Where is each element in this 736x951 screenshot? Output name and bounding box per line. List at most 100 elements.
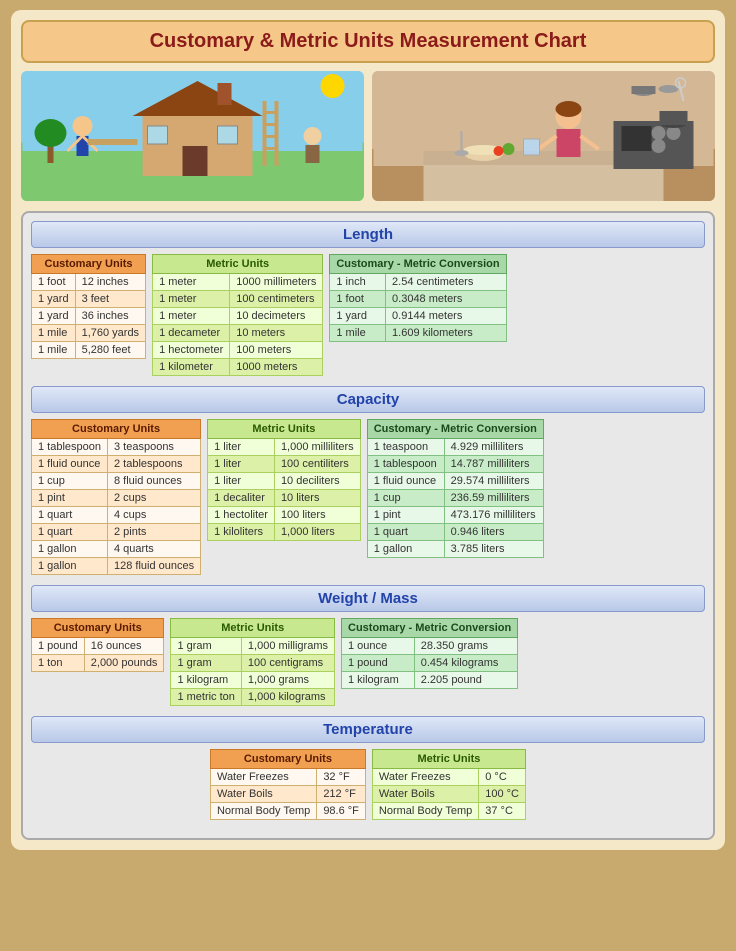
table-cell: 1 fluid ounce <box>367 473 444 490</box>
table-cell: 212 °F <box>317 786 366 803</box>
table-cell: 128 fluid ounces <box>108 558 201 575</box>
weight-metric-header: Metric Units <box>171 619 335 638</box>
table-cell: 1 hectometer <box>153 342 230 359</box>
table-cell: 12 inches <box>75 274 145 291</box>
table-cell: 1000 meters <box>230 359 323 376</box>
capacity-section: Capacity Customary Units 1 tablespoon3 t… <box>31 386 705 575</box>
table-cell: 4 quarts <box>108 541 201 558</box>
length-tables-row: Customary Units 1 foot12 inches1 yard3 f… <box>31 254 705 376</box>
capacity-customary-header: Customary Units <box>32 420 201 439</box>
table-cell: 0.3048 meters <box>386 291 507 308</box>
table-cell: 29.574 milliliters <box>444 473 543 490</box>
weight-tables-row: Customary Units 1 pound16 ounces1 ton2,0… <box>31 618 705 706</box>
table-cell: 10 deciliters <box>274 473 360 490</box>
table-row: 1 gallon128 fluid ounces <box>32 558 201 575</box>
table-cell: 36 inches <box>75 308 145 325</box>
temp-customary-header: Customary Units <box>210 750 365 769</box>
table-cell: 5,280 feet <box>75 342 145 359</box>
temperature-section: Temperature Customary Units Water Freeze… <box>31 716 705 820</box>
table-row: 1 pound0.454 kilograms <box>342 655 518 672</box>
table-cell: 1 liter <box>208 473 275 490</box>
table-cell: 1 ton <box>32 655 85 672</box>
kitchen-scene-image <box>372 71 715 201</box>
table-cell: 1 quart <box>32 524 108 541</box>
table-cell: 1 ounce <box>342 638 415 655</box>
table-cell: 0.946 liters <box>444 524 543 541</box>
table-cell: 1 kilometer <box>153 359 230 376</box>
weight-conversion-table: Customary - Metric Conversion 1 ounce28.… <box>341 618 518 689</box>
table-cell: 1 hectoliter <box>208 507 275 524</box>
capacity-conversion-table: Customary - Metric Conversion 1 teaspoon… <box>367 419 544 558</box>
length-conversion-table: Customary - Metric Conversion 1 inch2.54… <box>329 254 506 342</box>
table-row: 1 gram1,000 milligrams <box>171 638 335 655</box>
table-cell: 100 meters <box>230 342 323 359</box>
table-row: Normal Body Temp37 °C <box>372 803 525 820</box>
table-row: 1 hectoliter100 liters <box>208 507 361 524</box>
table-cell: 1 decameter <box>153 325 230 342</box>
table-row: 1 gallon3.785 liters <box>367 541 543 558</box>
table-cell: 8 fluid ounces <box>108 473 201 490</box>
length-section: Length Customary Units 1 foot12 inches1 … <box>31 221 705 376</box>
table-cell: 1 tablespoon <box>32 439 108 456</box>
table-row: 1 quart4 cups <box>32 507 201 524</box>
table-cell: 0 °C <box>479 769 526 786</box>
table-cell: 1000 millimeters <box>230 274 323 291</box>
table-row: 1 yard0.9144 meters <box>330 308 506 325</box>
table-cell: 16 ounces <box>84 638 164 655</box>
table-cell: 3.785 liters <box>444 541 543 558</box>
table-cell: 1 quart <box>32 507 108 524</box>
weight-customary-header: Customary Units <box>32 619 164 638</box>
table-cell: 3 feet <box>75 291 145 308</box>
table-cell: 1 fluid ounce <box>32 456 108 473</box>
table-cell: 1 yard <box>330 308 386 325</box>
table-cell: 98.6 °F <box>317 803 366 820</box>
table-row: 1 gram100 centigrams <box>171 655 335 672</box>
table-cell: 1 decaliter <box>208 490 275 507</box>
table-cell: 1 pound <box>342 655 415 672</box>
table-cell: 100 °C <box>479 786 526 803</box>
table-cell: 1 mile <box>330 325 386 342</box>
table-row: 1 tablespoon14.787 milliliters <box>367 456 543 473</box>
table-cell: 1 pint <box>32 490 108 507</box>
table-row: Water Freezes32 °F <box>210 769 365 786</box>
table-cell: 1 metric ton <box>171 689 241 706</box>
table-cell: 1,000 grams <box>241 672 334 689</box>
table-row: 1 teaspoon4.929 milliliters <box>367 439 543 456</box>
table-cell: 1 foot <box>330 291 386 308</box>
table-cell: 0.454 kilograms <box>414 655 517 672</box>
table-row: 1 yard36 inches <box>32 308 146 325</box>
table-cell: 2 cups <box>108 490 201 507</box>
table-cell: 4 cups <box>108 507 201 524</box>
table-cell: 2 pints <box>108 524 201 541</box>
table-cell: 1 inch <box>330 274 386 291</box>
table-cell: 10 decimeters <box>230 308 323 325</box>
table-row: 1 foot12 inches <box>32 274 146 291</box>
capacity-customary-table: Customary Units 1 tablespoon3 teaspoons1… <box>31 419 201 575</box>
table-cell: 10 liters <box>274 490 360 507</box>
house-scene-image <box>21 71 364 201</box>
table-cell: 1 foot <box>32 274 76 291</box>
table-row: 1 hectometer100 meters <box>153 342 323 359</box>
table-row: 1 pint473.176 milliliters <box>367 507 543 524</box>
table-row: 1 liter100 centiliters <box>208 456 361 473</box>
table-row: 1 gallon4 quarts <box>32 541 201 558</box>
table-row: 1 meter1000 millimeters <box>153 274 323 291</box>
table-cell: 1 kilogram <box>171 672 241 689</box>
table-cell: 100 centimeters <box>230 291 323 308</box>
table-cell: 1 gram <box>171 638 241 655</box>
capacity-metric-table: Metric Units 1 liter1,000 milliliters1 l… <box>207 419 361 541</box>
table-cell: 100 centiliters <box>274 456 360 473</box>
table-cell: 1 gram <box>171 655 241 672</box>
table-cell: 0.9144 meters <box>386 308 507 325</box>
table-row: 1 tablespoon3 teaspoons <box>32 439 201 456</box>
table-cell: 3 teaspoons <box>108 439 201 456</box>
table-cell: 1,000 milliliters <box>274 439 360 456</box>
table-cell: 1.609 kilometers <box>386 325 507 342</box>
table-row: 1 yard3 feet <box>32 291 146 308</box>
table-row: 1 mile5,280 feet <box>32 342 146 359</box>
table-cell: 236.59 milliliters <box>444 490 543 507</box>
table-cell: 1 liter <box>208 439 275 456</box>
length-customary-header: Customary Units <box>32 255 146 274</box>
weight-title: Weight / Mass <box>31 585 705 612</box>
temp-metric-table: Metric Units Water Freezes0 °CWater Boil… <box>372 749 526 820</box>
